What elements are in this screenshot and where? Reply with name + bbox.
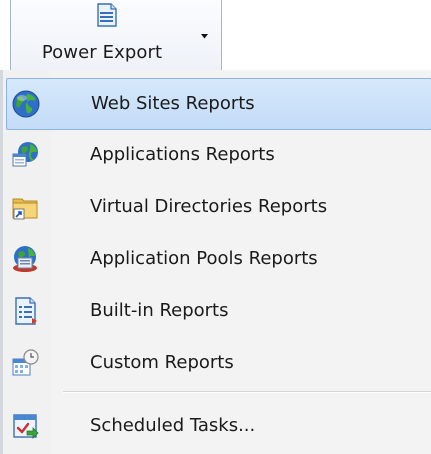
menu-item-virtual-directories-reports[interactable]: Virtual Directories Reports [6, 182, 431, 234]
menu-separator [63, 391, 431, 393]
menu-item-label: Scheduled Tasks... [90, 415, 256, 436]
menu-item-label: Application Pools Reports [90, 248, 318, 269]
menu-item-scheduled-tasks[interactable]: Scheduled Tasks... [6, 401, 431, 453]
dropdown-arrow-icon [201, 34, 208, 39]
menu-item-label: Web Sites Reports [91, 93, 255, 114]
menu-item-application-pools-reports[interactable]: Application Pools Reports [6, 234, 431, 286]
menu-item-web-sites-reports[interactable]: Web Sites Reports [6, 78, 431, 130]
globe-icon [12, 90, 40, 118]
custom-report-clock-icon [12, 349, 39, 376]
report-document-icon [15, 297, 37, 325]
application-pool-icon [13, 246, 37, 272]
menu-item-label: Applications Reports [90, 144, 275, 165]
menu-item-applications-reports[interactable]: Applications Reports [6, 130, 431, 182]
application-globe-icon [12, 142, 38, 167]
power-export-button[interactable]: Power Export [11, 0, 193, 70]
menu-item-built-in-reports[interactable]: Built-in Reports [6, 286, 431, 338]
power-export-dropdown-arrow[interactable] [193, 0, 223, 70]
power-export-dropdown: Power Export Web Sites Reports Applicati… [0, 0, 431, 454]
power-export-label: Power Export [41, 42, 163, 63]
menu-item-label: Built-in Reports [90, 300, 229, 321]
virtual-directory-folder-icon [12, 198, 38, 220]
scheduled-task-check-icon [13, 414, 39, 439]
power-export-split-button: Power Export [10, 0, 222, 70]
power-export-menu: Web Sites Reports Applications Reports V… [0, 70, 431, 454]
menu-item-custom-reports[interactable]: Custom Reports [6, 338, 431, 390]
document-icon [97, 3, 117, 27]
menu-item-label: Virtual Directories Reports [90, 196, 328, 217]
menu-item-label: Custom Reports [90, 352, 234, 373]
